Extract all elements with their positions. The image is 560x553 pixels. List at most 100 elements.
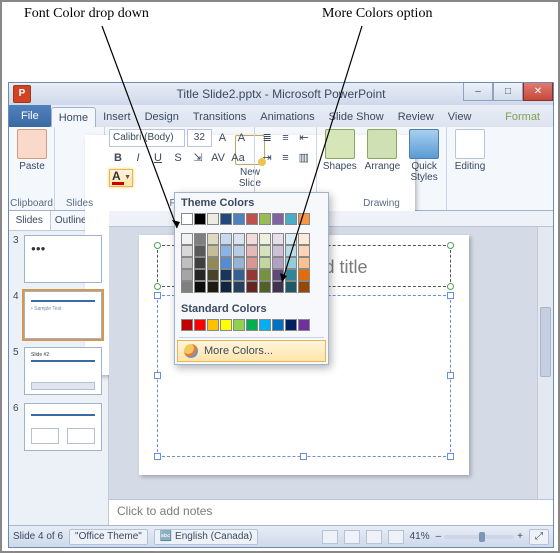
- color-swatch[interactable]: [207, 233, 219, 245]
- color-swatch[interactable]: [285, 257, 297, 269]
- shrink-font-button[interactable]: A: [233, 129, 250, 147]
- color-swatch[interactable]: [285, 213, 297, 225]
- thumbnail[interactable]: 3 ●●●: [13, 235, 104, 283]
- fit-to-window-button[interactable]: ⤢: [529, 529, 549, 545]
- color-swatch[interactable]: [259, 233, 271, 245]
- color-swatch[interactable]: [194, 233, 206, 245]
- tab-home[interactable]: Home: [51, 107, 96, 127]
- quick-styles-button[interactable]: Quick Styles: [406, 129, 442, 195]
- color-swatch[interactable]: [207, 213, 219, 225]
- spacing-button[interactable]: AV: [209, 149, 227, 167]
- view-slideshow-button[interactable]: [388, 530, 404, 544]
- color-swatch[interactable]: [259, 213, 271, 225]
- columns-button[interactable]: ▥: [296, 149, 312, 167]
- shapes-button[interactable]: Shapes: [321, 129, 359, 195]
- color-swatch[interactable]: [285, 233, 297, 245]
- view-reading-button[interactable]: [366, 530, 382, 544]
- color-swatch[interactable]: [220, 233, 232, 245]
- color-swatch[interactable]: [246, 245, 258, 257]
- color-swatch[interactable]: [298, 213, 310, 225]
- color-swatch[interactable]: [259, 281, 271, 293]
- color-swatch[interactable]: [259, 245, 271, 257]
- color-swatch[interactable]: [259, 257, 271, 269]
- font-size-combo[interactable]: 32: [187, 129, 212, 147]
- color-swatch[interactable]: [298, 233, 310, 245]
- indent-dec-button[interactable]: ⇤: [296, 129, 312, 147]
- color-swatch[interactable]: [233, 257, 245, 269]
- color-swatch[interactable]: [233, 233, 245, 245]
- tab-slideshow[interactable]: Slide Show: [322, 107, 391, 127]
- scrollbar-thumb[interactable]: [540, 307, 551, 377]
- color-swatch[interactable]: [220, 213, 232, 225]
- color-swatch[interactable]: [272, 281, 284, 293]
- color-swatch[interactable]: [246, 319, 258, 331]
- font-color-dropdown[interactable]: A ▼: [109, 169, 133, 187]
- more-colors-option[interactable]: More Colors...: [177, 340, 326, 362]
- slides-tab[interactable]: Slides: [9, 211, 51, 230]
- tab-design[interactable]: Design: [138, 107, 186, 127]
- view-normal-button[interactable]: [322, 530, 338, 544]
- color-swatch[interactable]: [246, 281, 258, 293]
- zoom-track[interactable]: [444, 535, 514, 539]
- editing-button[interactable]: Editing: [451, 129, 489, 195]
- color-swatch[interactable]: [220, 319, 232, 331]
- bullets-button[interactable]: ≣: [259, 129, 275, 147]
- color-swatch[interactable]: [220, 281, 232, 293]
- zoom-slider[interactable]: – +: [436, 531, 523, 542]
- color-swatch[interactable]: [233, 281, 245, 293]
- color-swatch[interactable]: [233, 245, 245, 257]
- tab-format[interactable]: Format: [498, 107, 547, 127]
- color-swatch[interactable]: [272, 319, 284, 331]
- color-swatch[interactable]: [285, 319, 297, 331]
- color-swatch[interactable]: [220, 245, 232, 257]
- color-swatch[interactable]: [207, 245, 219, 257]
- arrange-button[interactable]: Arrange: [363, 129, 403, 195]
- color-swatch[interactable]: [194, 319, 206, 331]
- color-swatch[interactable]: [233, 269, 245, 281]
- color-swatch[interactable]: [233, 213, 245, 225]
- color-swatch[interactable]: [298, 257, 310, 269]
- color-swatch[interactable]: [194, 269, 206, 281]
- color-swatch[interactable]: [272, 245, 284, 257]
- color-swatch[interactable]: [259, 269, 271, 281]
- zoom-out-button[interactable]: –: [436, 531, 442, 542]
- tab-view[interactable]: View: [441, 107, 479, 127]
- thumbnail[interactable]: 4 • Sample Text: [13, 291, 104, 339]
- color-swatch[interactable]: [233, 319, 245, 331]
- color-swatch[interactable]: [194, 257, 206, 269]
- color-swatch[interactable]: [246, 233, 258, 245]
- color-swatch[interactable]: [285, 245, 297, 257]
- color-swatch[interactable]: [194, 213, 206, 225]
- color-swatch[interactable]: [246, 269, 258, 281]
- color-swatch[interactable]: [207, 257, 219, 269]
- zoom-percent[interactable]: 41%: [410, 531, 430, 542]
- color-swatch[interactable]: [207, 269, 219, 281]
- color-swatch[interactable]: [298, 269, 310, 281]
- color-swatch[interactable]: [272, 257, 284, 269]
- shadow-button[interactable]: ⇲: [189, 149, 207, 167]
- color-swatch[interactable]: [298, 319, 310, 331]
- color-swatch[interactable]: [246, 257, 258, 269]
- zoom-thumb[interactable]: [479, 532, 485, 542]
- thumbnail[interactable]: 5 Slide #2: [13, 347, 104, 395]
- tab-insert[interactable]: Insert: [96, 107, 138, 127]
- tab-review[interactable]: Review: [391, 107, 441, 127]
- color-swatch[interactable]: [181, 245, 193, 257]
- change-case-button[interactable]: Aa: [229, 149, 247, 167]
- italic-button[interactable]: I: [129, 149, 147, 167]
- color-swatch[interactable]: [272, 213, 284, 225]
- color-swatch[interactable]: [272, 269, 284, 281]
- color-swatch[interactable]: [272, 233, 284, 245]
- color-swatch[interactable]: [181, 281, 193, 293]
- align-button[interactable]: ≡: [277, 149, 293, 167]
- zoom-in-button[interactable]: +: [517, 531, 523, 542]
- color-swatch[interactable]: [220, 257, 232, 269]
- color-swatch[interactable]: [194, 281, 206, 293]
- color-swatch[interactable]: [246, 213, 258, 225]
- color-swatch[interactable]: [298, 245, 310, 257]
- numbering-button[interactable]: ≡: [277, 129, 293, 147]
- bold-button[interactable]: B: [109, 149, 127, 167]
- color-swatch[interactable]: [285, 269, 297, 281]
- color-swatch[interactable]: [181, 319, 193, 331]
- color-swatch[interactable]: [181, 213, 193, 225]
